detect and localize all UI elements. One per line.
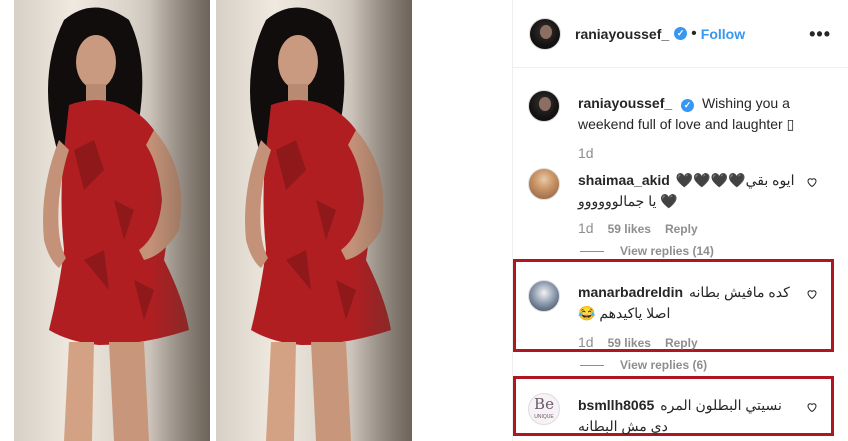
heart-outline-icon[interactable] [806, 401, 818, 413]
emoji-placeholder-icon: ▯ [786, 116, 795, 132]
photo-margin-left [0, 0, 14, 441]
post-photo[interactable] [0, 0, 512, 441]
more-options-icon[interactable]: ••• [809, 24, 831, 45]
comment-body: manarbadreldin كده مافيش بطانه اصلا ياكيد… [578, 282, 798, 324]
commenter-username[interactable]: shaimaa_akid [578, 172, 670, 188]
comment-likes[interactable]: 59 likes [608, 336, 651, 350]
comment-body: shaimaa_akid ايوه بقي🖤🖤🖤🖤🖤 يا جمالوووووو [578, 170, 798, 212]
commenter-avatar[interactable] [528, 280, 560, 312]
comment-item: Be UNIQUE bsmllh8065 نسيتي البطلون المره … [528, 393, 838, 434]
avatar-logo-text: Be [534, 395, 554, 413]
reply-button[interactable]: Reply [665, 222, 698, 236]
commenter-username[interactable]: bsmllh8065 [578, 397, 654, 413]
view-replies-label: View replies (14) [620, 244, 714, 258]
heart-outline-icon[interactable] [806, 176, 818, 188]
comment-meta: 1d 59 likes Reply [578, 220, 698, 236]
post-header: raniayoussef_ ✓ • Follow ••• [513, 0, 848, 68]
comment-item: shaimaa_akid ايوه بقي🖤🖤🖤🖤🖤 يا جمالوووووو … [528, 168, 838, 248]
commenter-avatar[interactable]: Be UNIQUE [528, 393, 560, 425]
comment-item: manarbadreldin كده مافيش بطانه اصلا ياكيد… [528, 280, 838, 350]
photo-margin-right [412, 0, 512, 441]
author-avatar[interactable] [529, 17, 561, 50]
caption-text-block: raniayoussef_ ✓ Wishing you a weekend fu… [578, 93, 808, 135]
view-replies-button[interactable]: View replies (6) [580, 358, 707, 372]
comment-likes[interactable]: 59 likes [608, 222, 651, 236]
replies-line [580, 250, 604, 252]
avatar-logo-subtext: UNIQUE [534, 414, 554, 420]
heart-outline-icon[interactable] [806, 288, 818, 300]
comment-meta: 1d 59 likes Reply [578, 334, 698, 350]
view-replies-label: View replies (6) [620, 358, 708, 372]
comment-timestamp[interactable]: 1d [578, 220, 594, 236]
author-username[interactable]: raniayoussef_ [575, 26, 669, 42]
comment-timestamp[interactable]: 1d [578, 334, 594, 350]
photo-panel-right [216, 0, 412, 441]
verified-badge-icon: ✓ [674, 27, 688, 40]
caption-username[interactable]: raniayoussef_ [578, 95, 672, 111]
photo-panel-left [14, 0, 210, 441]
caption-author-avatar[interactable] [528, 90, 560, 122]
reply-button[interactable]: Reply [665, 336, 698, 350]
follow-button[interactable]: Follow [701, 26, 745, 42]
caption-timestamp[interactable]: 1d [578, 145, 594, 161]
photo-shadow [352, 0, 412, 441]
separator-dot: • [691, 24, 697, 42]
verified-badge-icon: ✓ [681, 99, 695, 112]
comment-body: bsmllh8065 نسيتي البطلون المره دي مش البط… [578, 395, 798, 437]
commenter-username[interactable]: manarbadreldin [578, 284, 683, 300]
replies-line [580, 364, 604, 366]
commenter-avatar[interactable] [528, 168, 560, 200]
view-replies-button[interactable]: View replies (14) [580, 244, 714, 258]
photo-shadow [150, 0, 210, 441]
